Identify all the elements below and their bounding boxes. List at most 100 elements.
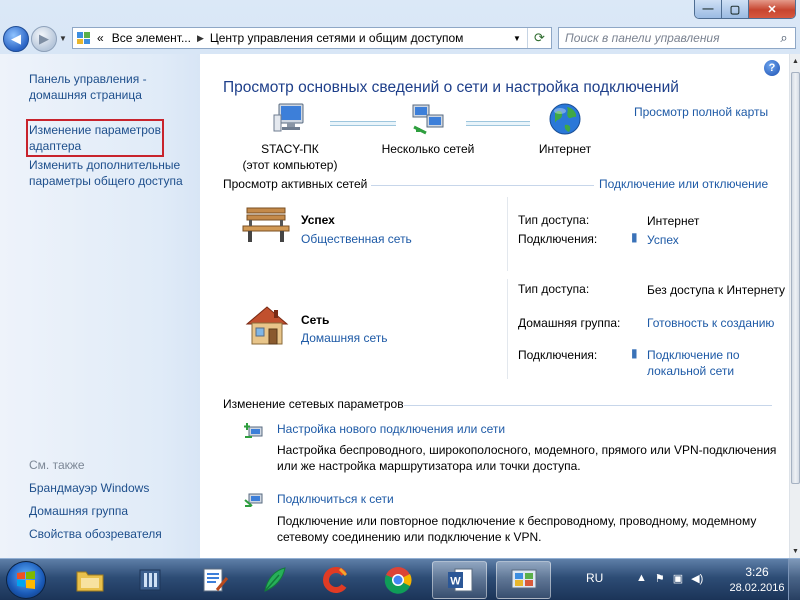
show-desktop-button[interactable] — [788, 559, 800, 600]
start-button[interactable] — [6, 561, 46, 599]
navigation-bar: ◀ ▶ ▼ « Все элемент... ▶ Центр управлени… — [0, 24, 800, 54]
document-pen-icon — [203, 568, 228, 592]
wireless-signal-icon: ▮ — [631, 230, 638, 244]
book-icon — [139, 569, 160, 591]
active-networks-heading: Просмотр активных сетей — [223, 177, 368, 191]
access-type-value: Без доступа к Интернету — [647, 283, 786, 297]
search-input[interactable] — [559, 31, 773, 45]
breadcrumb-overflow[interactable]: « — [93, 31, 108, 45]
show-hidden-icons-icon[interactable]: ▲ — [636, 572, 647, 585]
connections-label: Подключения: — [518, 232, 598, 246]
taskbar-reader[interactable] — [122, 561, 177, 599]
sidebar-link-home[interactable]: Панель управления - домашняя страница — [29, 71, 197, 103]
system-tray: RU ▲ ⚑ ▣ ◀) 3:26 28.02.2016 — [580, 559, 800, 600]
breadcrumb-all-items[interactable]: Все элемент... — [108, 31, 195, 45]
maximize-button[interactable]: ▢ — [722, 0, 749, 18]
arrow-left-icon: ◀ — [11, 31, 21, 46]
taskbar-ccleaner[interactable] — [308, 561, 363, 599]
computer-icon — [273, 103, 304, 132]
multiple-networks-icon — [412, 104, 444, 135]
folder-icon — [76, 571, 103, 592]
window-controls: — ▢ ✕ — [694, 0, 796, 19]
homegroup-label: Домашняя группа: — [518, 316, 621, 330]
page-title: Просмотр основных сведений о сети и наст… — [223, 79, 679, 96]
sidebar-link-change-adapter[interactable]: Изменение параметров адаптера — [26, 119, 164, 157]
sidebar-link-internet-options[interactable]: Свойства обозревателя — [29, 526, 197, 542]
breadcrumb-separator-icon[interactable]: ▶ — [195, 33, 206, 44]
back-button[interactable]: ◀ — [3, 26, 29, 52]
network-name: Успех — [301, 213, 335, 227]
volume-icon[interactable]: ◀) — [691, 572, 703, 585]
setup-connection-link[interactable]: Настройка нового подключения или сети — [277, 422, 505, 436]
globe-icon — [549, 103, 581, 135]
sidebar-link-sharing-settings[interactable]: Изменить дополнительные параметры общего… — [29, 157, 197, 189]
task-sidebar: Панель управления - домашняя страница Из… — [0, 54, 200, 558]
minimize-button[interactable]: — — [695, 0, 722, 18]
taskbar-word[interactable]: W — [432, 561, 487, 599]
computer-note: (этот компьютер) — [242, 158, 338, 172]
connect-disconnect-link[interactable]: Подключение или отключение — [599, 177, 768, 191]
scroll-down-icon[interactable]: ▼ — [790, 544, 800, 558]
windows-logo-icon — [17, 571, 35, 589]
action-center-flag-icon[interactable]: ⚑ — [655, 572, 665, 585]
column-divider — [507, 279, 508, 379]
chrome-icon — [384, 567, 411, 594]
address-dropdown-button[interactable]: ▼ — [509, 28, 525, 48]
taskbar-chrome[interactable] — [370, 561, 425, 599]
help-icon[interactable]: ? — [764, 60, 780, 76]
scroll-up-icon[interactable]: ▲ — [790, 54, 800, 68]
taskbar-explorer[interactable] — [62, 561, 117, 599]
taskbar-control-panel[interactable] — [496, 561, 551, 599]
network-type-link[interactable]: Домашняя сеть — [301, 331, 387, 345]
map-computer[interactable]: STACY-ПК (этот компьютер) — [240, 101, 340, 173]
access-type-label: Тип доступа: — [518, 282, 590, 296]
taskbar-feather-app[interactable] — [246, 561, 301, 599]
language-indicator[interactable]: RU — [586, 571, 603, 585]
taskbar: W RU ▲ ⚑ ▣ ◀) 3:26 28.02.2016 — [0, 558, 800, 600]
access-type-label: Тип доступа: — [518, 213, 590, 227]
window: — ▢ ✕ ◀ ▶ ▼ « Все элемент... ▶ Центр упр… — [0, 0, 800, 558]
connect-network-icon — [244, 493, 263, 507]
sidebar-link-firewall[interactable]: Брандмауэр Windows — [29, 480, 197, 496]
vertical-scrollbar[interactable]: ▲ ▼ — [789, 54, 800, 558]
word-icon: W — [447, 568, 472, 592]
address-bar[interactable]: « Все элемент... ▶ Центр управления сетя… — [72, 27, 552, 49]
connect-to-network-link[interactable]: Подключиться к сети — [277, 492, 394, 506]
control-panel-icon — [73, 28, 93, 48]
ccleaner-icon — [322, 567, 347, 593]
network-name: Сеть — [301, 313, 330, 327]
close-button[interactable]: ✕ — [749, 0, 795, 18]
control-panel-icon — [511, 569, 536, 589]
full-map-link[interactable]: Просмотр полной карты — [634, 105, 768, 119]
map-internet[interactable]: Интернет — [520, 101, 610, 157]
clock-date[interactable]: 28.02.2016 — [722, 582, 792, 594]
new-connection-icon — [244, 423, 263, 438]
sidebar-link-homegroup[interactable]: Домашняя группа — [29, 503, 197, 519]
title-bar: — ▢ ✕ — [0, 0, 800, 24]
breadcrumb-network-center[interactable]: Центр управления сетями и общим доступом — [206, 31, 468, 45]
refresh-button[interactable]: ⟳ — [527, 28, 551, 48]
forward-button[interactable]: ▶ — [31, 26, 57, 52]
scrollbar-thumb[interactable] — [791, 72, 800, 484]
computer-name: STACY-ПК — [261, 142, 319, 156]
connect-to-network-description: Подключение или повторное подключение к … — [277, 514, 757, 544]
clock-time[interactable]: 3:26 — [732, 565, 782, 579]
network-type-link[interactable]: Общественная сеть — [301, 232, 412, 246]
homegroup-link[interactable]: Готовность к созданию — [647, 315, 787, 331]
internet-label: Интернет — [538, 142, 592, 156]
section-divider — [371, 185, 594, 186]
recent-pages-dropdown[interactable]: ▼ — [59, 34, 67, 43]
home-icon — [245, 306, 289, 345]
taskbar-wordpad[interactable] — [186, 561, 241, 599]
main-content: ? Просмотр основных сведений о сети и на… — [200, 54, 789, 558]
connection-link[interactable]: Подключение по локальной сети — [647, 347, 787, 379]
connections-label: Подключения: — [518, 348, 598, 362]
column-divider — [507, 197, 508, 271]
change-settings-heading: Изменение сетевых параметров — [223, 397, 404, 411]
network-icon[interactable]: ▣ — [673, 572, 683, 585]
map-multiple-networks[interactable]: Несколько сетей — [376, 101, 480, 157]
see-also-heading: См. также — [29, 458, 85, 472]
refresh-icon: ⟳ — [534, 30, 545, 45]
search-icon[interactable]: ⌕ — [773, 30, 795, 46]
connection-link[interactable]: Успех — [647, 232, 787, 248]
